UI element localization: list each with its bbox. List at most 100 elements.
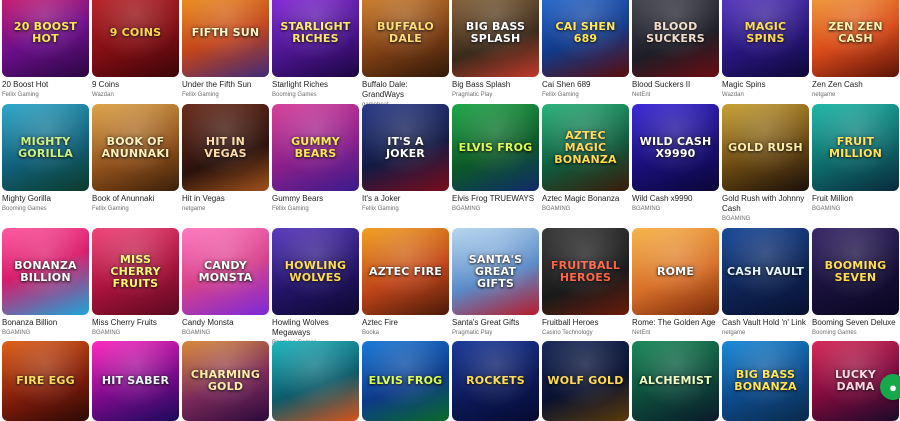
game-card[interactable]: MISS CHERRY FRUITS Miss Cherry Fruits BGAM… — [92, 228, 179, 337]
game-title[interactable]: Book of Anunnaki — [92, 194, 179, 204]
game-thumbnail[interactable]: WILD CASH X9990 — [632, 104, 719, 191]
game-card[interactable]: SANTA'S GREAT GIFTS Santa's Great Gifts Pr… — [452, 228, 539, 337]
game-thumbnail[interactable]: 9 COINS — [92, 0, 179, 77]
game-card[interactable]: ROCKETS — [452, 341, 539, 421]
game-title[interactable]: Fruit Million — [812, 194, 899, 204]
game-card[interactable]: 9 COINS 9 Coins Wazdan — [92, 0, 179, 99]
game-title[interactable]: Wild Cash x9990 — [632, 194, 719, 204]
game-card[interactable]: AZTEC MAGIC BONANZA Aztec Magic Bonanza BG… — [542, 104, 629, 213]
game-thumbnail[interactable]: FIRE EGG — [2, 341, 89, 421]
game-card[interactable]: FRUITBALL HEROES Fruitball Heroes Casino T… — [542, 228, 629, 337]
game-card[interactable]: BIG BASS SPLASH Big Bass Splash Pragmatic … — [452, 0, 539, 99]
game-thumbnail[interactable]: CHARMING GOLD — [182, 341, 269, 421]
game-title[interactable]: Hit in Vegas — [182, 194, 269, 204]
game-card[interactable] — [272, 341, 359, 421]
game-title[interactable]: Zen Zen Cash — [812, 80, 899, 90]
game-title[interactable]: Starlight Riches — [272, 80, 359, 90]
game-thumbnail[interactable]: ROME — [632, 228, 719, 315]
game-title[interactable]: Elvis Frog TRUEWAYS — [452, 194, 539, 204]
game-card[interactable]: BONANZA BILLION Bonanza Billion BGAMING — [2, 228, 89, 337]
game-thumbnail[interactable]: ROCKETS — [452, 341, 539, 421]
game-thumbnail[interactable]: FRUITBALL HEROES — [542, 228, 629, 315]
game-thumbnail[interactable]: ELVIS FROG — [452, 104, 539, 191]
game-card[interactable]: WOLF GOLD — [542, 341, 629, 421]
game-thumbnail[interactable]: ZEN ZEN CASH — [812, 0, 899, 77]
game-title[interactable]: Howling Wolves Megaways — [272, 318, 359, 338]
game-thumbnail[interactable]: BOOMING SEVEN — [812, 228, 899, 315]
game-title[interactable]: Cash Vault Hold 'n' Link — [722, 318, 809, 328]
game-title[interactable]: Big Bass Splash — [452, 80, 539, 90]
game-card[interactable]: CAI SHEN 689 Cai Shen 689 Fellix Gaming — [542, 0, 629, 99]
game-title[interactable]: Magic Spins — [722, 80, 809, 90]
game-card[interactable]: STARLIGHT RICHES Starlight Riches Booming … — [272, 0, 359, 99]
game-card[interactable]: HOWLING WOLVESHowling Wolves MegawaysBoo… — [272, 228, 359, 347]
game-thumbnail[interactable]: STARLIGHT RICHES — [272, 0, 359, 77]
game-card[interactable]: AZTEC FIRE Aztec Fire Booka — [362, 228, 449, 337]
game-card[interactable]: BOOK OF ANUNNAKI Book of Anunnaki Fellix G… — [92, 104, 179, 213]
game-thumbnail[interactable]: MIGHTY GORILLA — [2, 104, 89, 191]
game-card[interactable]: ZEN ZEN CASH Zen Zen Cash netgame — [812, 0, 899, 99]
game-thumbnail[interactable]: BUFFALO DALE — [362, 0, 449, 77]
game-thumbnail[interactable]: BIG BASS SPLASH — [452, 0, 539, 77]
game-card[interactable]: WILD CASH X9990 Wild Cash x9990 BGAMING — [632, 104, 719, 213]
game-title[interactable]: Santa's Great Gifts — [452, 318, 539, 328]
game-card[interactable]: 20 BOOST HOT 20 Boost Hot Fellix Gaming — [2, 0, 89, 99]
game-title[interactable]: Fruitball Heroes — [542, 318, 629, 328]
game-card[interactable]: ROME Rome: The Golden Age NetEnt — [632, 228, 719, 337]
game-thumbnail[interactable]: BLOOD SUCKERS — [632, 0, 719, 77]
game-thumbnail[interactable]: AZTEC MAGIC BONANZA — [542, 104, 629, 191]
game-card[interactable]: MIGHTY GORILLA Mighty Gorilla Booming Game… — [2, 104, 89, 213]
game-title[interactable]: Blood Suckers II — [632, 80, 719, 90]
game-title[interactable]: Miss Cherry Fruits — [92, 318, 179, 328]
game-thumbnail[interactable]: MAGIC SPINS — [722, 0, 809, 77]
game-card[interactable]: GOLD RUSH Gold Rush with Johnny Cash BGAMI… — [722, 104, 809, 223]
chat-bubble-icon[interactable]: ● — [880, 374, 900, 400]
game-title[interactable]: Under the Fifth Sun — [182, 80, 269, 90]
game-title[interactable]: Aztec Magic Bonanza — [542, 194, 629, 204]
game-title[interactable]: Aztec Fire — [362, 318, 449, 328]
game-card[interactable]: HIT SABER — [92, 341, 179, 421]
game-thumbnail[interactable]: BOOK OF ANUNNAKI — [92, 104, 179, 191]
game-thumbnail[interactable]: CASH VAULT — [722, 228, 809, 315]
game-card[interactable]: BIG BASS BONANZA — [722, 341, 809, 421]
game-title[interactable]: Gold Rush with Johnny Cash — [722, 194, 809, 214]
game-card[interactable]: BOOMING SEVEN Booming Seven Deluxe Booming… — [812, 228, 899, 337]
game-thumbnail[interactable]: CANDY MONSTA — [182, 228, 269, 315]
game-card[interactable]: ALCHEMIST — [632, 341, 719, 421]
game-title[interactable]: 20 Boost Hot — [2, 80, 89, 90]
game-card[interactable]: MAGIC SPINS Magic Spins Wazdan — [722, 0, 809, 99]
game-thumbnail[interactable]: MISS CHERRY FRUITS — [92, 228, 179, 315]
game-title[interactable]: Rome: The Golden Age — [632, 318, 719, 328]
game-title[interactable]: 9 Coins — [92, 80, 179, 90]
game-card[interactable]: ELVIS FROG — [362, 341, 449, 421]
game-card[interactable]: CANDY MONSTA Candy Monsta BGAMING — [182, 228, 269, 337]
game-thumbnail[interactable]: 20 BOOST HOT — [2, 0, 89, 77]
game-card[interactable]: IT'S A JOKER It's a Joker Fellix Gaming — [362, 104, 449, 213]
game-thumbnail[interactable]: ALCHEMIST — [632, 341, 719, 421]
game-thumbnail[interactable]: HIT IN VEGAS — [182, 104, 269, 191]
game-card[interactable]: FIRE EGG — [2, 341, 89, 421]
game-thumbnail[interactable]: WOLF GOLD — [542, 341, 629, 421]
game-thumbnail[interactable]: HIT SABER — [92, 341, 179, 421]
game-title[interactable]: Gummy Bears — [272, 194, 359, 204]
game-thumbnail[interactable]: BIG BASS BONANZA — [722, 341, 809, 421]
game-card[interactable]: ELVIS FROG Elvis Frog TRUEWAYS BGAMING — [452, 104, 539, 213]
game-card[interactable]: FIFTH SUN Under the Fifth Sun Fellix Gamin… — [182, 0, 269, 99]
game-title[interactable]: Buffalo Dale: GrandWays — [362, 80, 449, 100]
game-title[interactable]: Mighty Gorilla — [2, 194, 89, 204]
game-thumbnail[interactable] — [272, 341, 359, 421]
game-thumbnail[interactable]: FRUIT MILLION — [812, 104, 899, 191]
game-thumbnail[interactable]: FIFTH SUN — [182, 0, 269, 77]
game-card[interactable]: GUMMY BEARS Gummy Bears Fellix Gaming — [272, 104, 359, 213]
game-thumbnail[interactable]: GOLD RUSH — [722, 104, 809, 191]
game-card[interactable]: HIT IN VEGAS Hit in Vegas netgame — [182, 104, 269, 213]
game-card[interactable]: CASH VAULT Cash Vault Hold 'n' Link netgam… — [722, 228, 809, 337]
game-thumbnail[interactable]: GUMMY BEARS — [272, 104, 359, 191]
game-thumbnail[interactable]: HOWLING WOLVES — [272, 228, 359, 315]
game-title[interactable]: Cai Shen 689 — [542, 80, 629, 90]
game-title[interactable]: It's a Joker — [362, 194, 449, 204]
game-thumbnail[interactable]: IT'S A JOKER — [362, 104, 449, 191]
game-thumbnail[interactable]: BONANZA BILLION — [2, 228, 89, 315]
game-card[interactable]: BLOOD SUCKERS Blood Suckers II NetEnt — [632, 0, 719, 99]
game-thumbnail[interactable]: CAI SHEN 689 — [542, 0, 629, 77]
